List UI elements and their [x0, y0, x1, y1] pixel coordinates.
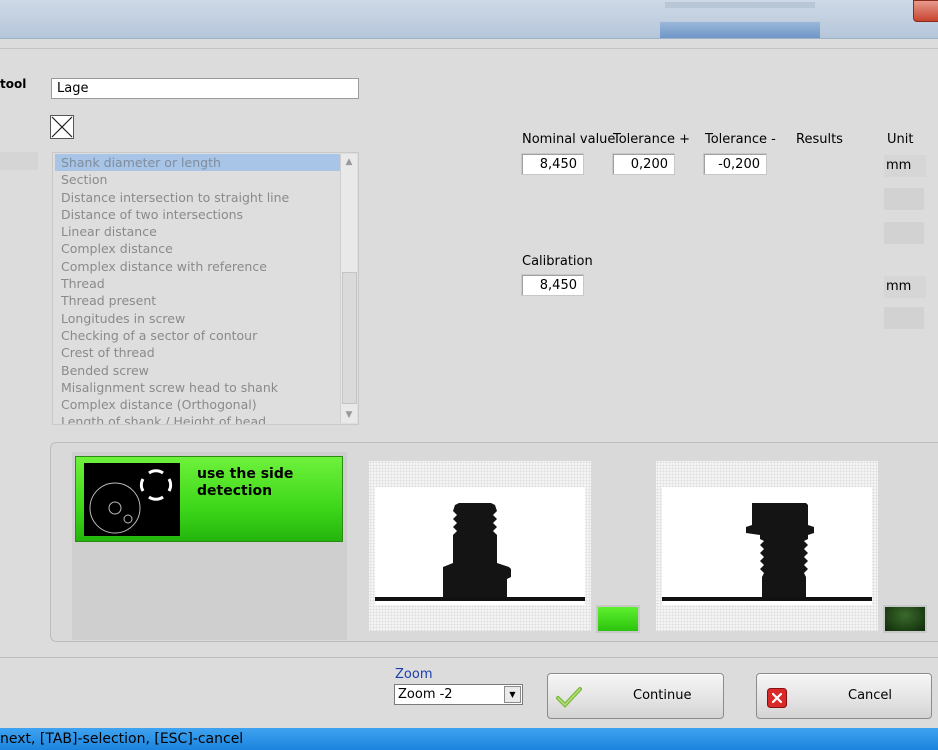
checkmark-icon: [556, 687, 582, 708]
side-detection-icon: [84, 463, 180, 536]
cancel-label: Cancel: [848, 688, 893, 703]
list-item[interactable]: Distance of two intersections: [55, 206, 340, 223]
list-item[interactable]: Crest of thread: [55, 344, 340, 361]
scroll-thumb[interactable]: [342, 272, 357, 404]
scroll-up-icon[interactable]: ▲: [341, 154, 357, 170]
window-title-bar: [0, 0, 938, 39]
status-indicator-1: [596, 605, 640, 633]
list-item[interactable]: Thread present: [55, 292, 340, 309]
status-bar: next, [TAB]-selection, [ESC]-cancel: [0, 728, 938, 750]
continue-button[interactable]: Continue: [547, 673, 724, 719]
title-bar-decoration: [665, 2, 815, 8]
tolerance-plus-header: Tolerance +: [613, 132, 691, 147]
list-item[interactable]: Complex distance with reference: [55, 258, 340, 275]
chevron-down-icon[interactable]: ▼: [504, 686, 521, 703]
cancel-button[interactable]: Cancel: [756, 673, 932, 719]
list-item[interactable]: Distance intersection to straight line: [55, 189, 340, 206]
unit-header: Unit: [887, 132, 914, 147]
detection-mode-line1: use the side: [197, 466, 294, 482]
tolerance-plus-field[interactable]: 0,200: [612, 153, 675, 175]
list-item[interactable]: Section: [55, 171, 340, 188]
list-item[interactable]: Checking of a sector of contour: [55, 327, 340, 344]
close-icon: [767, 688, 787, 708]
status-indicator-2: [883, 605, 927, 633]
camera-image-2: [662, 487, 872, 605]
zoom-label: Zoom: [395, 667, 433, 682]
zoom-select[interactable]: Zoom -2 ▼: [394, 684, 523, 705]
list-item[interactable]: Longitudes in screw: [55, 310, 340, 327]
results-header: Results: [796, 132, 843, 147]
unit-placeholder: [884, 307, 924, 329]
list-item[interactable]: Shank diameter or length: [55, 154, 340, 172]
camera-image-1: [375, 487, 585, 605]
list-item[interactable]: Linear distance: [55, 223, 340, 240]
camera-view-1[interactable]: [369, 461, 591, 631]
list-item[interactable]: Complex distance: [55, 240, 340, 257]
function-list-items: Shank diameter or length Section Distance …: [55, 154, 340, 424]
tolerance-minus-field[interactable]: -0,200: [703, 153, 767, 175]
list-item[interactable]: Thread: [55, 275, 340, 292]
unit-placeholder: [884, 222, 924, 244]
list-item[interactable]: Misalignment screw head to shank: [55, 379, 340, 396]
footer-divider: [0, 657, 938, 658]
function-list[interactable]: Shank diameter or length Section Distance …: [52, 152, 359, 425]
calibration-label: Calibration: [522, 254, 593, 269]
calibration-field[interactable]: 8,450: [521, 274, 584, 296]
scroll-down-icon[interactable]: ▼: [341, 407, 357, 423]
unit-value: mm: [884, 155, 926, 177]
continue-label: Continue: [633, 688, 692, 703]
header-divider: [0, 48, 938, 49]
calibration-unit: mm: [884, 276, 926, 298]
window-close-button[interactable]: [913, 0, 938, 22]
zoom-selected-value: Zoom -2: [398, 687, 453, 702]
tolerance-minus-header: Tolerance -: [705, 132, 776, 147]
list-item[interactable]: Bended screw: [55, 362, 340, 379]
tool-label: tool: [0, 77, 27, 91]
detection-mode-line2: detection: [197, 483, 273, 499]
unit-placeholder: [884, 188, 924, 210]
name-input[interactable]: [51, 78, 359, 99]
camera-view-2[interactable]: [656, 461, 878, 631]
list-item[interactable]: Complex distance (Orthogonal): [55, 396, 340, 413]
checkbox-cross-icon: [51, 116, 73, 138]
title-bar-highlight: [660, 22, 820, 38]
detection-mode-text: use the side detection: [197, 466, 337, 500]
enable-checkbox[interactable]: [50, 115, 74, 139]
left-panel-stub: [0, 152, 38, 170]
list-scrollbar[interactable]: ▲ ▼: [340, 154, 357, 423]
nominal-value-field[interactable]: 8,450: [521, 153, 584, 175]
list-item[interactable]: Length of shank / Height of head: [55, 413, 340, 424]
status-text: next, [TAB]-selection, [ESC]-cancel: [0, 731, 244, 747]
nominal-value-header: Nominal value: [522, 132, 616, 147]
